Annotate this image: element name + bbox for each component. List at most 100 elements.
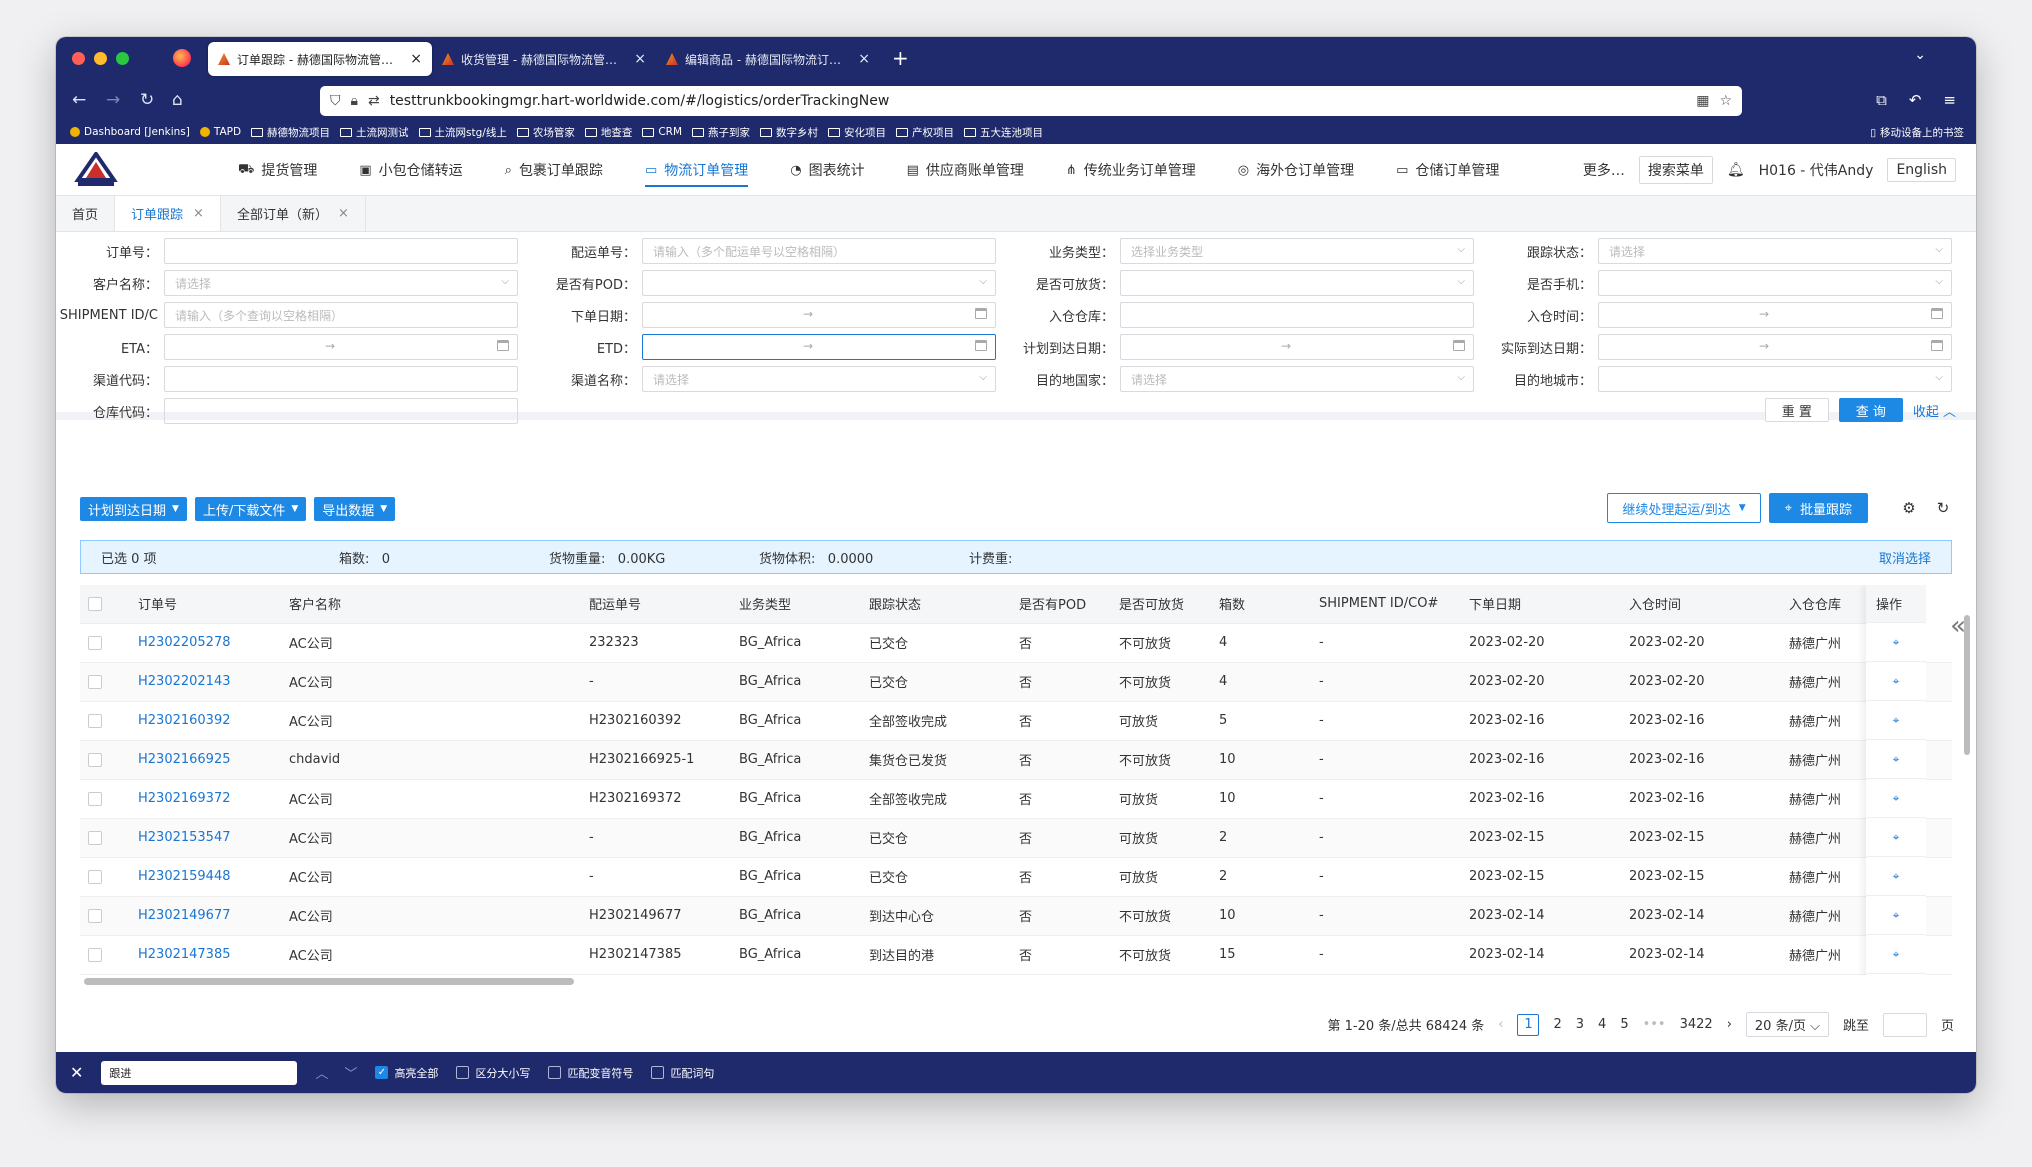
browser-tab[interactable]: 订单跟踪 - 赫德国际物流管理系统 × xyxy=(208,42,432,76)
calendar-icon[interactable] xyxy=(1453,340,1465,351)
filter-select-input[interactable]: ⌵ xyxy=(1120,270,1474,296)
filter-text-input[interactable] xyxy=(164,398,518,424)
close-icon[interactable]: × xyxy=(193,206,204,221)
mobile-bookmarks[interactable]: ▯ 移动设备上的书签 xyxy=(1870,125,1964,140)
row-checkbox[interactable] xyxy=(88,830,102,845)
track-crosshair-icon[interactable]: ⌖ xyxy=(1866,662,1926,701)
track-crosshair-icon[interactable]: ⌖ xyxy=(1866,857,1926,896)
collapse-link[interactable]: 收起 ︿ xyxy=(1913,401,1956,420)
batch-track-button[interactable]: ⌖ 批量跟踪 xyxy=(1768,493,1868,523)
continue-process-button[interactable]: 继续处理起运/到达 ▼ xyxy=(1607,493,1761,523)
filter-select-input[interactable]: 选择业务类型 ⌵ xyxy=(1120,238,1474,264)
close-tab-icon[interactable]: × xyxy=(634,51,646,67)
filter-select-input[interactable]: 请选择 ⌵ xyxy=(642,366,996,392)
last-page-number[interactable]: 3422 xyxy=(1680,1017,1713,1032)
column-header[interactable]: 订单号 xyxy=(130,585,281,624)
app-menu-icon[interactable]: ≡ xyxy=(1943,91,1956,109)
more-menu[interactable]: 更多… xyxy=(1583,160,1625,180)
find-option[interactable]: 区分大小写 xyxy=(456,1065,530,1081)
menu-item-8[interactable]: ▭ 仓储订单管理 xyxy=(1396,144,1499,196)
search-menu-button[interactable]: 搜索菜单 xyxy=(1638,156,1713,184)
goto-page-input[interactable] xyxy=(1882,1012,1927,1037)
filter-text-input[interactable] xyxy=(164,366,518,392)
bookmark-item[interactable]: 土流网stg/线上 xyxy=(418,125,507,140)
toolbar-dropdown-button[interactable]: 上传/下载文件 ▼ xyxy=(194,497,307,521)
order-number-link[interactable]: H2302159448 xyxy=(130,857,281,897)
filter-text-input[interactable]: 请输入（多个配运单号以空格相隔） xyxy=(642,238,996,264)
column-header[interactable]: 配运单号 xyxy=(581,585,731,624)
order-number-link[interactable]: H2302147385 xyxy=(130,935,281,975)
forward-icon[interactable]: → xyxy=(106,90,120,110)
menu-item-2[interactable]: ⌕ 包裹订单跟踪 xyxy=(505,144,603,196)
column-header[interactable]: 跟踪状态 xyxy=(861,585,1011,624)
page-tab[interactable]: 全部订单（新） × xyxy=(221,195,366,231)
firefox-icon[interactable] xyxy=(173,49,191,67)
calendar-icon[interactable] xyxy=(1931,340,1943,351)
row-checkbox[interactable] xyxy=(88,908,102,923)
list-tabs-icon[interactable]: ⌄ xyxy=(1914,47,1926,63)
find-input[interactable]: 跟进 xyxy=(101,1060,298,1085)
menu-item-1[interactable]: ▣ 小包仓储转运 xyxy=(359,144,462,196)
row-checkbox[interactable] xyxy=(88,713,102,728)
table-row[interactable]: H2302205278 AC公司 232323 BG_Africa 已交仓否不可放货 4-… xyxy=(80,623,1952,663)
horizontal-scrollbar[interactable] xyxy=(84,978,574,985)
maximize-window-button[interactable] xyxy=(116,52,129,65)
browser-tab[interactable]: 编辑商品 - 赫德国际物流订舱系统 × xyxy=(656,42,880,76)
bookmark-item[interactable]: 安化项目 xyxy=(828,125,886,140)
filter-text-input[interactable]: 请输入（多个查询以空格相隔） xyxy=(164,302,518,328)
order-number-link[interactable]: H2302153547 xyxy=(130,818,281,858)
refresh-icon[interactable]: ↻ xyxy=(1930,499,1956,517)
order-number-link[interactable]: H2302160392 xyxy=(130,701,281,741)
order-number-link[interactable]: H2302205278 xyxy=(130,623,281,663)
row-checkbox[interactable] xyxy=(88,791,102,806)
filter-select-input[interactable]: ⌵ xyxy=(642,270,996,296)
page-ellipsis[interactable]: ••• xyxy=(1643,1017,1666,1032)
bookmark-item[interactable]: Dashboard [Jenkins] xyxy=(70,126,190,138)
order-number-link[interactable]: H2302169372 xyxy=(130,779,281,819)
filter-date-input[interactable]: → xyxy=(1120,334,1474,360)
settings-icon[interactable]: ⚙ xyxy=(1896,499,1922,517)
page-tab[interactable]: 订单跟踪 × xyxy=(115,195,221,231)
bookmark-item[interactable]: 产权项目 xyxy=(896,125,954,140)
table-row[interactable]: H2302159448 AC公司 - BG_Africa 已交仓否可放货 2-2023-0… xyxy=(80,857,1952,897)
filter-date-input[interactable]: → xyxy=(642,334,996,360)
reset-button[interactable]: 重 置 xyxy=(1764,398,1829,422)
bookmark-item[interactable]: 地查查 xyxy=(584,125,632,140)
table-row[interactable]: H2302141427AC公司H2302141427BG_Africa到达目的港… xyxy=(80,974,1952,975)
column-header[interactable]: 客户名称 xyxy=(281,585,581,624)
track-crosshair-icon[interactable]: ⌖ xyxy=(1866,623,1926,662)
extensions-icon[interactable]: ⧉ xyxy=(1876,91,1887,109)
vertical-scrollbar[interactable] xyxy=(1964,615,1970,755)
menu-item-3[interactable]: ▭ 物流订单管理 xyxy=(644,144,749,196)
filter-select-input[interactable]: 请选择 ⌵ xyxy=(164,270,518,296)
page-size-select[interactable]: 20 条/页 ⌵ xyxy=(1745,1012,1829,1037)
bookmark-item[interactable]: 农场管家 xyxy=(516,125,575,140)
table-row[interactable]: H2302153547 AC公司 - BG_Africa 已交仓否可放货 2-2023-0… xyxy=(80,818,1952,858)
lock-icon[interactable]: 🔒︎ xyxy=(351,93,358,109)
back-icon[interactable]: ← xyxy=(72,90,86,110)
filter-text-input[interactable] xyxy=(164,238,518,264)
track-crosshair-icon[interactable]: ⌖ xyxy=(1866,701,1926,740)
column-header[interactable]: 是否有POD xyxy=(1011,585,1111,624)
row-checkbox[interactable] xyxy=(88,869,102,884)
calendar-icon[interactable] xyxy=(975,308,987,319)
bookmark-item[interactable]: CRM xyxy=(642,126,682,138)
table-row[interactable]: H2302149677 AC公司 H2302149677 BG_Africa 到达中心仓… xyxy=(80,896,1952,936)
close-tab-icon[interactable]: × xyxy=(410,51,422,67)
search-button[interactable]: 查 询 xyxy=(1838,398,1903,422)
qr-code-icon[interactable]: ▦ xyxy=(1696,93,1709,109)
filter-text-input[interactable] xyxy=(1120,302,1474,328)
row-checkbox[interactable] xyxy=(88,947,102,962)
order-number-link[interactable]: H2302166925 xyxy=(130,740,281,780)
order-number-link[interactable]: H2302141427 xyxy=(130,974,281,975)
browser-tab[interactable]: 收货管理 - 赫德国际物流管理系统 × xyxy=(432,42,656,76)
home-icon[interactable]: ⌂ xyxy=(172,90,183,110)
find-option-checkbox[interactable] xyxy=(651,1066,665,1079)
find-previous-icon[interactable]: ︿ xyxy=(315,1063,328,1082)
find-option[interactable]: ✓ 高亮全部 xyxy=(375,1065,438,1081)
page-number[interactable]: 1 xyxy=(1517,1013,1540,1036)
toolbar-dropdown-button[interactable]: 计划到达日期 ▼ xyxy=(80,497,187,521)
minimize-window-button[interactable] xyxy=(94,52,107,65)
row-checkbox[interactable] xyxy=(88,752,102,767)
track-crosshair-icon[interactable]: ⌖ xyxy=(1866,740,1926,779)
